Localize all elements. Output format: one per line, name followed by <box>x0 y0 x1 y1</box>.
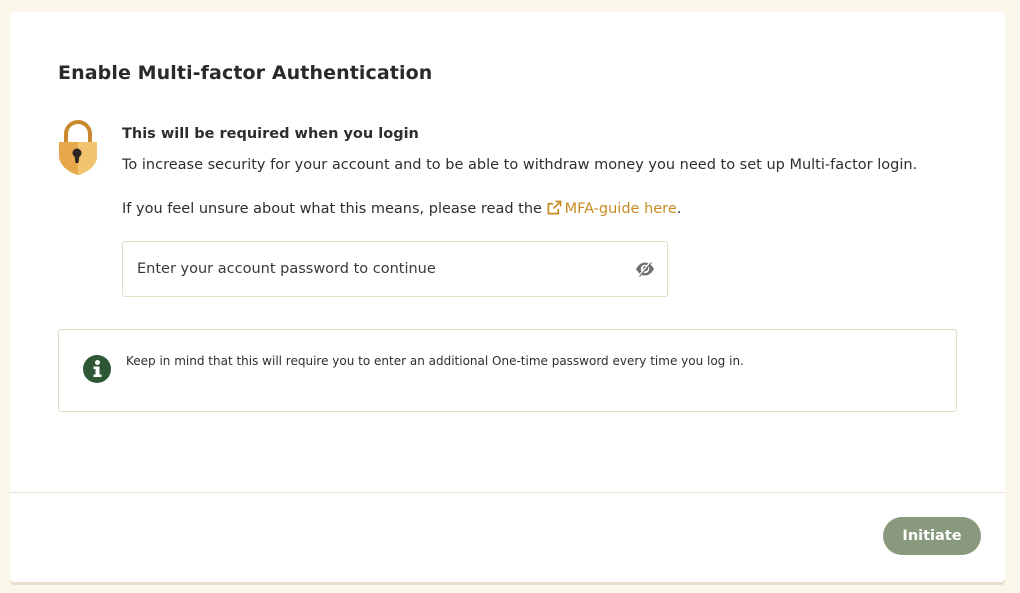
padlock-icon <box>56 120 100 176</box>
info-heading: This will be required when you login <box>122 126 419 142</box>
external-link-icon <box>547 200 561 215</box>
notice-box: Keep in mind that this will require you … <box>58 329 957 412</box>
guide-prefix: If you feel unsure about what this means… <box>122 201 542 217</box>
password-field <box>122 241 668 297</box>
info-icon <box>83 355 111 383</box>
eye-icon[interactable] <box>635 260 655 278</box>
mfa-guide-label: MFA-guide here <box>564 201 677 217</box>
mfa-guide-link[interactable]: MFA-guide here <box>547 200 677 217</box>
footer-divider <box>10 492 1005 493</box>
info-description: To increase security for your account an… <box>122 157 918 173</box>
page-title: Enable Multi-factor Authentication <box>58 62 433 84</box>
initiate-button[interactable]: Initiate <box>883 517 981 555</box>
guide-sentence: If you feel unsure about what this means… <box>122 199 962 219</box>
mfa-dialog: Enable Multi-factor Authentication This … <box>10 12 1005 582</box>
notice-text: Keep in mind that this will require you … <box>126 354 744 368</box>
mfa-info: This will be required when you login To … <box>122 124 962 219</box>
password-input[interactable] <box>137 242 627 296</box>
guide-suffix: . <box>676 201 682 217</box>
